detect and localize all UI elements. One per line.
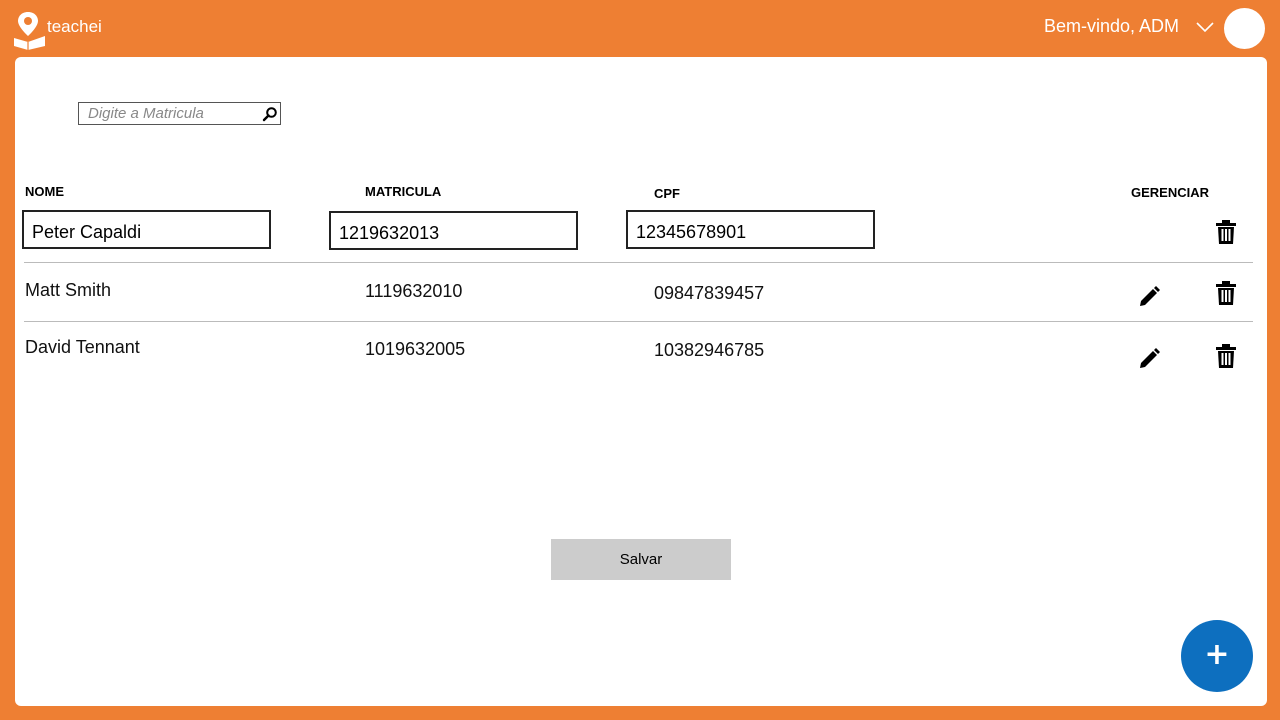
edit-matricula-input[interactable] bbox=[331, 213, 576, 248]
edit-matricula-box bbox=[329, 211, 578, 250]
cell-cpf: 10382946785 bbox=[654, 340, 765, 360]
edit-cpf-box bbox=[626, 210, 875, 249]
chevron-down-icon[interactable] bbox=[1196, 21, 1214, 33]
main-panel bbox=[15, 57, 1267, 706]
search-box bbox=[78, 102, 281, 125]
row-divider bbox=[24, 262, 1253, 263]
search-input[interactable] bbox=[79, 103, 263, 124]
trash-icon[interactable] bbox=[1215, 280, 1237, 306]
edit-cpf-input[interactable] bbox=[628, 212, 873, 247]
plus-icon: + bbox=[1204, 637, 1230, 672]
header-cpf: CPF bbox=[654, 186, 680, 201]
trash-icon[interactable] bbox=[1215, 343, 1237, 369]
edit-nome-box bbox=[22, 210, 271, 249]
add-button[interactable]: + bbox=[1181, 620, 1253, 692]
save-button[interactable]: Salvar bbox=[551, 539, 731, 580]
logo-icon bbox=[14, 12, 45, 50]
edit-nome-input[interactable] bbox=[24, 212, 269, 247]
row-divider bbox=[24, 321, 1253, 322]
cell-nome: David Tennant bbox=[25, 337, 140, 357]
header-nome: NOME bbox=[25, 184, 64, 199]
welcome-text[interactable]: Bem-vindo, ADM bbox=[1044, 16, 1179, 37]
avatar[interactable] bbox=[1224, 8, 1265, 49]
top-bar: teachei Bem-vindo, ADM bbox=[0, 0, 1280, 57]
logo-text: teachei bbox=[47, 17, 102, 36]
cell-nome: Matt Smith bbox=[25, 280, 112, 300]
header-gerenciar: GERENCIAR bbox=[1131, 185, 1210, 200]
cell-matricula: 1019632005 bbox=[365, 339, 466, 359]
pencil-icon[interactable] bbox=[1138, 344, 1160, 370]
search-icon[interactable] bbox=[262, 106, 278, 122]
pencil-icon[interactable] bbox=[1138, 282, 1160, 308]
cell-matricula: 1119632010 bbox=[365, 281, 463, 301]
cell-cpf: 09847839457 bbox=[654, 283, 765, 303]
header-matricula: MATRICULA bbox=[365, 184, 442, 199]
trash-icon[interactable] bbox=[1215, 219, 1237, 245]
